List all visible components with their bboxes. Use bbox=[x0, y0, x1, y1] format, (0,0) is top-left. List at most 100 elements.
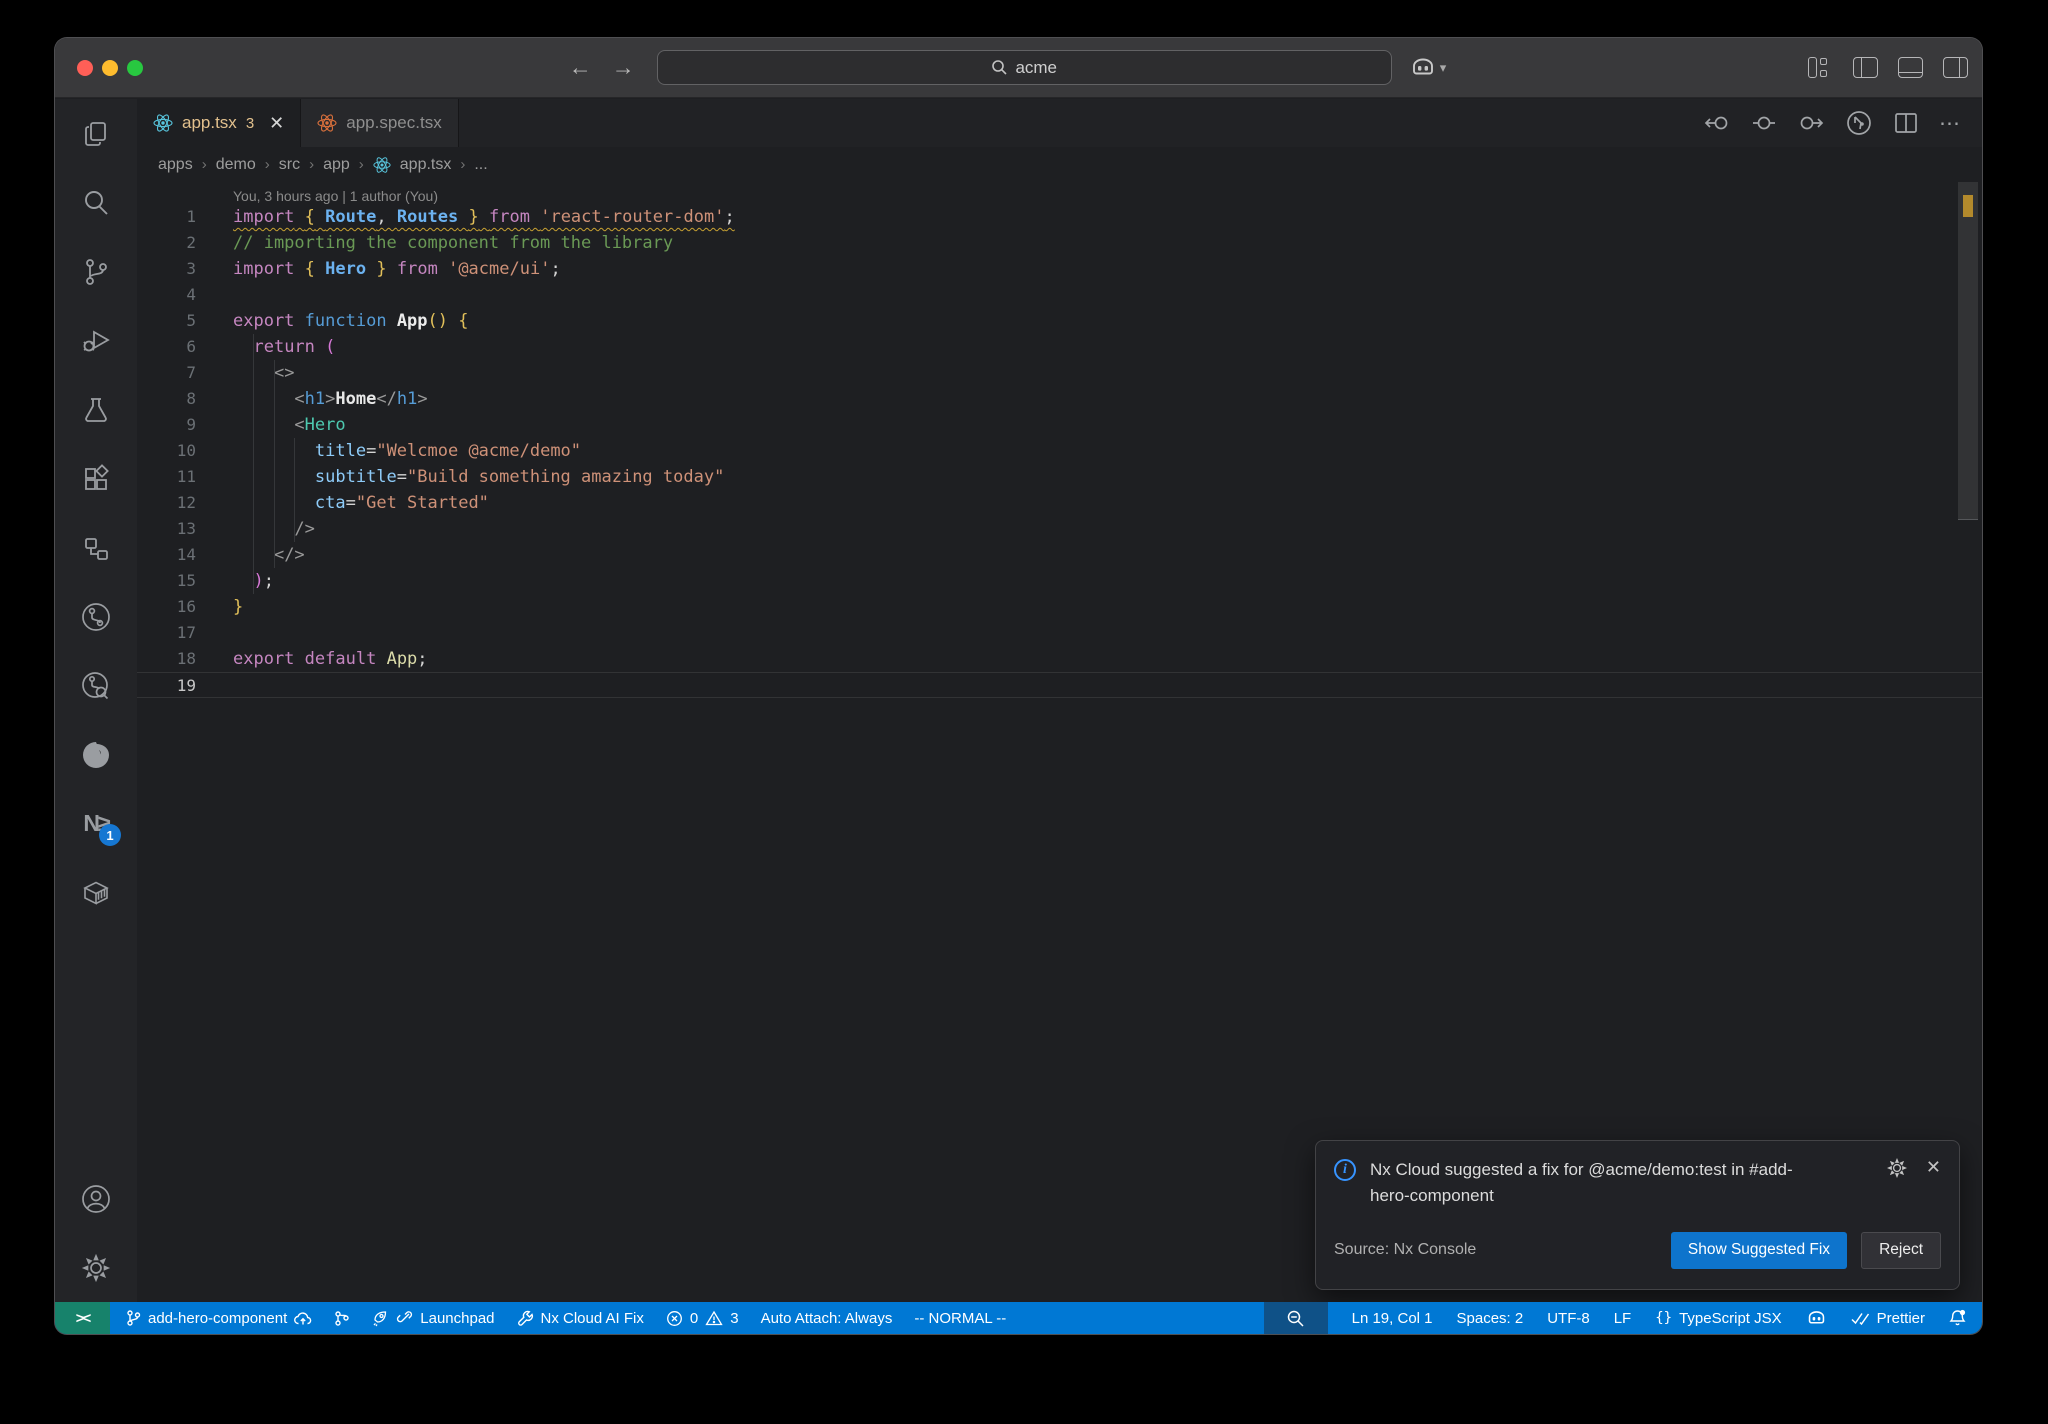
split-editor-icon[interactable] bbox=[1894, 112, 1918, 134]
reject-button[interactable]: Reject bbox=[1861, 1231, 1941, 1269]
sidebar-item-settings[interactable] bbox=[55, 1233, 137, 1302]
account-icon bbox=[82, 1184, 110, 1213]
nav-back-icon[interactable] bbox=[1704, 112, 1730, 134]
sidebar-item-source-control[interactable] bbox=[55, 237, 137, 306]
notifications-status[interactable] bbox=[1949, 1309, 1966, 1327]
line-number: 6 bbox=[186, 337, 196, 356]
nav-circle-icon[interactable] bbox=[1751, 112, 1777, 134]
breadcrumb-item[interactable]: src bbox=[279, 156, 300, 174]
line-number: 7 bbox=[186, 363, 196, 382]
debug-icon bbox=[83, 329, 110, 351]
back-arrow-icon[interactable]: ← bbox=[569, 56, 592, 79]
toggle-secondary-sidebar-icon[interactable] bbox=[1943, 57, 1968, 78]
breadcrumb-item[interactable]: ... bbox=[474, 156, 487, 174]
encoding-status[interactable]: UTF-8 bbox=[1547, 1310, 1590, 1327]
notification-close-icon[interactable]: ✕ bbox=[1926, 1157, 1941, 1210]
vim-mode-status[interactable]: -- NORMAL -- bbox=[914, 1310, 1006, 1327]
sidebar-item-search[interactable] bbox=[55, 168, 137, 237]
notification-toast: i Nx Cloud suggested a fix for @acme/dem… bbox=[1315, 1140, 1960, 1290]
language-mode-status[interactable]: {} TypeScript JSX bbox=[1655, 1310, 1781, 1327]
forward-arrow-icon[interactable]: → bbox=[612, 56, 635, 79]
indentation-status[interactable]: Spaces: 2 bbox=[1457, 1310, 1524, 1327]
editor-area[interactable]: You, 3 hours ago | 1 author (You) 1 impor… bbox=[137, 182, 1982, 1302]
sidebar-item-edge-tools[interactable] bbox=[55, 720, 137, 789]
line-number: 16 bbox=[176, 597, 196, 616]
line-number: 8 bbox=[186, 389, 196, 408]
sidebar-item-project-graph[interactable] bbox=[55, 513, 137, 582]
nx-cloud-fix-status[interactable]: Nx Cloud AI Fix bbox=[517, 1310, 644, 1327]
customize-layout-icon[interactable] bbox=[1808, 57, 1833, 78]
react-breadcrumb-icon bbox=[373, 156, 391, 173]
indent-guide bbox=[253, 334, 254, 594]
more-actions-icon[interactable]: ⋯ bbox=[1939, 111, 1962, 136]
close-window-button[interactable] bbox=[77, 59, 93, 76]
branch-name: add-hero-component bbox=[148, 1309, 288, 1327]
sidebar-item-extensions[interactable] bbox=[55, 444, 137, 513]
auto-attach-status[interactable]: Auto Attach: Always bbox=[761, 1310, 893, 1327]
braces-icon: {} bbox=[1655, 1310, 1673, 1326]
sidebar-item-testing[interactable] bbox=[55, 375, 137, 444]
remote-indicator[interactable]: >< bbox=[55, 1302, 110, 1334]
notification-settings-icon[interactable] bbox=[1886, 1157, 1908, 1179]
line-number: 14 bbox=[176, 545, 196, 564]
warning-overview-marker bbox=[1963, 195, 1973, 217]
nav-forward-icon[interactable] bbox=[1798, 112, 1824, 134]
tab-app-tsx[interactable]: app.tsx 3 ✕ bbox=[137, 99, 302, 147]
eol-status[interactable]: LF bbox=[1614, 1310, 1632, 1327]
maximize-window-button[interactable] bbox=[127, 59, 143, 76]
copilot-status-icon bbox=[1808, 1310, 1824, 1324]
sidebar-item-nx-console[interactable]: N≥ 1 bbox=[55, 789, 137, 858]
line-number: 11 bbox=[176, 467, 196, 486]
breadcrumb-item[interactable]: app.tsx bbox=[400, 156, 452, 174]
launchpad-status[interactable]: Launchpad bbox=[372, 1310, 495, 1327]
beaker-icon bbox=[85, 397, 107, 422]
line-number: 19 bbox=[176, 676, 196, 695]
git-graph-status[interactable] bbox=[334, 1310, 350, 1327]
sidebar-item-explorer[interactable] bbox=[55, 99, 137, 168]
zoom-out-status[interactable] bbox=[1263, 1302, 1328, 1334]
run-circle-icon[interactable] bbox=[1845, 109, 1873, 137]
toggle-sidebar-icon[interactable] bbox=[1853, 57, 1878, 78]
code-line: 15 ); bbox=[137, 568, 1982, 594]
problems-status[interactable]: 0 3 bbox=[666, 1310, 739, 1327]
sidebar-item-run-debug[interactable] bbox=[55, 306, 137, 375]
command-center-search[interactable]: acme bbox=[656, 50, 1392, 85]
sidebar-item-containers[interactable] bbox=[55, 858, 137, 927]
close-tab-icon[interactable]: ✕ bbox=[269, 113, 284, 134]
copilot-menu-button[interactable]: ▾ bbox=[1410, 57, 1446, 79]
rocket-icon bbox=[373, 1310, 387, 1326]
history-nav: ← → bbox=[569, 56, 635, 79]
branch-icon bbox=[127, 1310, 141, 1326]
sidebar-item-gitlens[interactable] bbox=[55, 582, 137, 651]
minimize-window-button[interactable] bbox=[102, 59, 118, 76]
edge-swirl-icon bbox=[83, 741, 109, 768]
wrench-icon bbox=[517, 1310, 533, 1326]
editor-actions: ⋯ bbox=[1704, 99, 1982, 147]
notification-message: Nx Cloud suggested a fix for @acme/demo:… bbox=[1370, 1160, 1793, 1206]
toggle-panel-icon[interactable] bbox=[1898, 57, 1923, 78]
zoom-out-icon bbox=[1287, 1310, 1304, 1327]
extensions-icon bbox=[85, 463, 109, 490]
show-suggested-fix-button[interactable]: Show Suggested Fix bbox=[1670, 1231, 1848, 1269]
window-controls bbox=[77, 59, 207, 76]
indent-guide bbox=[274, 360, 275, 568]
breadcrumb-item[interactable]: demo bbox=[216, 156, 256, 174]
line-number: 4 bbox=[186, 285, 196, 304]
cursor-position-status[interactable]: Ln 19, Col 1 bbox=[1352, 1310, 1433, 1327]
code-line: 14 </> bbox=[137, 542, 1982, 568]
sidebar-item-git-graph[interactable] bbox=[55, 651, 137, 720]
breadcrumb-item[interactable]: apps bbox=[158, 156, 193, 174]
container-box-icon bbox=[83, 881, 109, 905]
scrollbar-thumb[interactable] bbox=[1958, 182, 1978, 520]
breadcrumb-item[interactable]: app bbox=[323, 156, 350, 174]
line-number: 3 bbox=[186, 259, 196, 278]
git-branch-icon bbox=[86, 258, 107, 285]
tab-app-spec-tsx[interactable]: app.spec.tsx bbox=[301, 99, 459, 147]
git-branch-status[interactable]: add-hero-component bbox=[126, 1310, 312, 1327]
line-number: 5 bbox=[186, 311, 196, 330]
sidebar-item-accounts[interactable] bbox=[55, 1164, 137, 1233]
formatter-status[interactable]: Prettier bbox=[1851, 1310, 1925, 1327]
scrollbar[interactable] bbox=[1958, 182, 1978, 1302]
code-line: 2// importing the component from the lib… bbox=[137, 230, 1982, 256]
copilot-status[interactable] bbox=[1806, 1310, 1827, 1327]
